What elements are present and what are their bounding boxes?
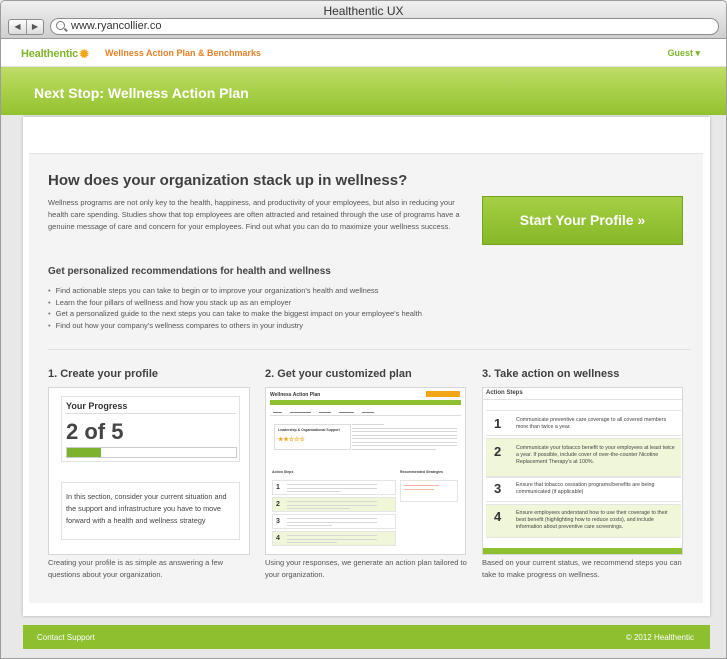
hero-title: Next Stop: Wellness Action Plan <box>34 85 249 101</box>
progress-divider <box>65 413 236 414</box>
plan-preview-recommendations <box>400 480 458 502</box>
action-step-row: 2 Communicate your tobacco benefit to yo… <box>486 438 681 478</box>
action-step-text: Communicate preventive care coverage to … <box>516 417 667 430</box>
progress-label: Your Progress <box>66 401 128 411</box>
page-headline: How does your organization stack up in w… <box>48 172 408 189</box>
action-step-number: 1 <box>494 416 502 431</box>
action-step-number: 3 <box>494 481 502 496</box>
benefits-list: Find actionable steps you can take to be… <box>48 285 422 331</box>
action-steps-divider <box>483 399 682 400</box>
contact-support-link[interactable]: Contact Support <box>37 633 95 642</box>
action-steps-heading: Action Steps <box>486 390 523 396</box>
progress-bar-fill <box>67 448 101 457</box>
start-profile-button[interactable]: Start Your Profile » <box>482 196 683 245</box>
url-text: www.ryancollier.co <box>71 20 162 32</box>
content-panel: How does your organization stack up in w… <box>23 117 710 616</box>
action-step-row: 3 Ensure that tobacco cessation programs… <box>486 476 681 502</box>
action-step-number: 2 <box>494 444 502 459</box>
star-rating-icon: ★★☆☆☆ <box>278 437 305 443</box>
copyright-text: © 2012 Healthentic <box>625 633 694 642</box>
nav-link-wellness-plan[interactable]: Wellness Action Plan & Benchmarks <box>105 48 261 58</box>
page-footer: Contact Support © 2012 Healthentic <box>23 625 710 649</box>
profile-preview: Your Progress 2 of 5 In this section, co… <box>48 387 250 555</box>
action-step-text: Ensure that tobacco cessation programs/b… <box>516 482 655 495</box>
plan-preview-thumbnail: Wellness Action Plan ▬▬▬ ▬▬▬▬▬▬▬ ▬▬▬▬ ▬▬▬▬▬… <box>265 387 466 555</box>
step-3-caption: Based on your current status, we recomme… <box>482 558 682 579</box>
action-step-number: 4 <box>494 509 502 524</box>
action-step-text: Communicate your tobacco benefit to your… <box>516 445 675 465</box>
plan-preview-tabs: ▬▬▬ ▬▬▬▬▬▬▬ ▬▬▬▬ ▬▬▬▬▬ ▬▬▬▬ <box>270 408 461 416</box>
step-3-title: 3. Take action on wellness <box>482 368 620 380</box>
search-icon <box>56 21 65 30</box>
forward-arrow-icon[interactable]: ▶ <box>26 20 43 34</box>
brand-logo[interactable]: Healthentic✹ <box>21 47 89 61</box>
action-steps-footer-bar <box>483 548 682 554</box>
action-steps-preview: Action Steps 1 Communicate preventive ca… <box>482 387 683 555</box>
plan-preview-row: 4 <box>272 531 396 546</box>
action-step-row: 4 Ensure employees understand how to use… <box>486 504 681 538</box>
address-bar[interactable]: www.ryancollier.co <box>50 18 719 35</box>
step-2-caption: Using your responses, we generate an act… <box>265 558 467 579</box>
logo-text: Healthentic <box>21 48 79 60</box>
list-item: Get a personalized guide to the next ste… <box>48 308 422 320</box>
content-card: How does your organization stack up in w… <box>29 153 703 603</box>
progress-box: Your Progress 2 of 5 <box>61 396 240 462</box>
plan-preview-row: 2 <box>272 497 396 512</box>
profile-note: In this section, consider your current s… <box>61 482 240 540</box>
action-step-text: Ensure employees understand how to use t… <box>516 510 668 530</box>
recommendations-heading: Get personalized recommendations for hea… <box>48 266 331 277</box>
plan-preview-row: 1 <box>272 480 396 495</box>
plan-preview-title: Wellness Action Plan <box>270 392 321 398</box>
plan-preview-section-title: Leadership & Organizational Support <box>278 428 340 432</box>
back-arrow-icon[interactable]: ◀ <box>9 20 26 34</box>
title-bar: Healthentic UX ◀ ▶ www.ryancollier.co <box>1 1 726 39</box>
hero-banner: Next Stop: Wellness Action Plan <box>1 67 726 115</box>
plan-preview-rating-box: Leadership & Organizational Support ★★☆☆… <box>274 424 351 450</box>
step-2-title: 2. Get your customized plan <box>265 368 412 380</box>
list-item: Learn the four pillars of wellness and h… <box>48 297 422 309</box>
progress-value: 2 of 5 <box>66 419 124 444</box>
list-item: Find actionable steps you can take to be… <box>48 285 422 297</box>
guest-menu[interactable]: Guest ▾ <box>667 48 700 59</box>
section-divider <box>48 349 691 350</box>
progress-bar <box>66 447 237 458</box>
intro-paragraph: Wellness programs are not only key to th… <box>48 198 460 231</box>
site-nav: Healthentic✹ Wellness Action Plan & Benc… <box>1 39 726 67</box>
sun-icon: ✹ <box>79 47 89 61</box>
plan-preview-text-lines <box>352 424 457 464</box>
history-buttons: ◀ ▶ <box>8 19 44 35</box>
plan-preview-action-heading: Action Steps <box>272 470 294 474</box>
window-title: Healthentic UX <box>323 4 404 18</box>
browser-window: Healthentic UX ◀ ▶ www.ryancollier.co He… <box>0 0 727 659</box>
step-1-title: 1. Create your profile <box>48 368 159 380</box>
list-item: Find out how your company's wellness com… <box>48 320 422 332</box>
plan-preview-recommended-heading: Recommended Strategies <box>400 470 443 474</box>
plan-preview-green-bar <box>270 400 461 405</box>
action-step-row: 1 Communicate preventive care coverage t… <box>486 410 681 436</box>
step-1-caption: Creating your profile is as simple as an… <box>48 558 224 579</box>
plan-preview-row: 3 <box>272 514 396 529</box>
plan-preview-orange-button <box>426 391 460 397</box>
